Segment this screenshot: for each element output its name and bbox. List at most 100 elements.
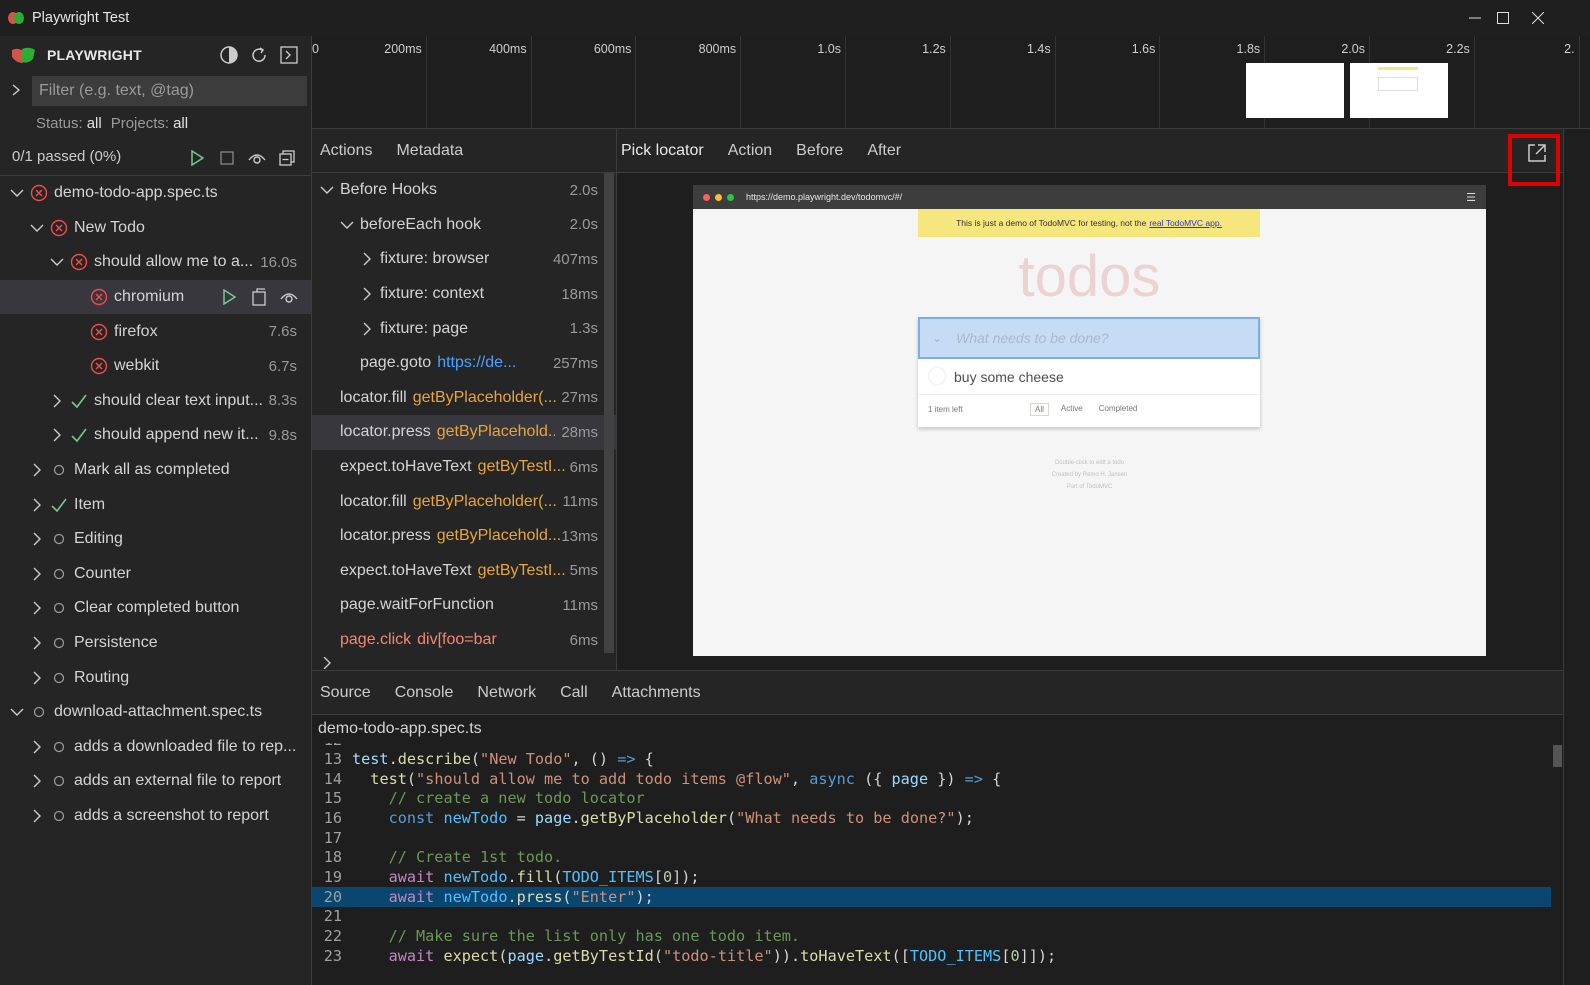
- action-row[interactable]: locator.fill getByPlaceholder(... 11ms: [312, 484, 616, 519]
- tab-attachments[interactable]: Attachments: [600, 671, 713, 715]
- theme-toggle-icon[interactable]: [219, 45, 239, 65]
- action-row[interactable]: page.click div[foo=bar 6ms: [312, 623, 616, 658]
- action-row[interactable]: fixture: browser 407ms: [312, 242, 616, 277]
- run-icon[interactable]: [219, 287, 239, 307]
- filter-input[interactable]: [32, 76, 307, 106]
- action-row[interactable]: locator.press getByPlacehold... 13ms: [312, 519, 616, 554]
- tab-metadata[interactable]: Metadata: [384, 129, 475, 173]
- chevron-right-icon[interactable]: [50, 394, 64, 408]
- action-row[interactable]: fixture: page 1.3s: [312, 311, 616, 346]
- action-row[interactable]: fixture: context 18ms: [312, 277, 616, 312]
- chevron-right-icon[interactable]: [30, 774, 44, 788]
- action-row[interactable]: expect.toHaveText getByTestI... 6ms: [312, 450, 616, 485]
- timeline-screenshot-thumb[interactable]: [1246, 63, 1344, 118]
- chevron-right-icon[interactable]: [320, 657, 334, 670]
- tree-item[interactable]: demo-todo-app.spec.ts: [0, 176, 311, 211]
- right-scroll-strip[interactable]: [1563, 129, 1590, 985]
- todo-checkbox[interactable]: [928, 367, 946, 385]
- tree-item[interactable]: Persistence: [0, 626, 311, 661]
- actions-scrollbar[interactable]: [604, 173, 614, 653]
- chevron-right-icon[interactable]: [50, 428, 64, 442]
- code-scrollbar[interactable]: [1551, 743, 1563, 985]
- chevron-down-icon[interactable]: [320, 183, 334, 197]
- tree-item[interactable]: Mark all as completed: [0, 453, 311, 488]
- tree-item[interactable]: download-attachment.spec.ts: [0, 695, 311, 730]
- chevron-down-icon[interactable]: [30, 221, 44, 235]
- status-filter-row[interactable]: Status: all Projects: all: [0, 108, 311, 138]
- timeline-screenshot-thumb[interactable]: [1350, 63, 1448, 118]
- tab-call[interactable]: Call: [548, 671, 600, 715]
- tree-item[interactable]: adds an external file to report: [0, 764, 311, 799]
- tree-item[interactable]: adds a downloaded file to rep...: [0, 730, 311, 765]
- watch-all-icon[interactable]: [247, 148, 267, 168]
- tab-actions[interactable]: Actions: [312, 129, 384, 173]
- tree-item[interactable]: firefox 7.6s: [0, 314, 311, 349]
- watch-icon[interactable]: [279, 287, 299, 307]
- toggle-all-icon[interactable]: ⌄: [932, 331, 942, 345]
- stop-icon[interactable]: [217, 148, 237, 168]
- run-all-icon[interactable]: [187, 148, 207, 168]
- chevron-right-icon[interactable]: [30, 567, 44, 581]
- chevron-right-icon[interactable]: [30, 809, 44, 823]
- new-todo-input[interactable]: ⌄ What needs to be done?: [918, 317, 1260, 359]
- chevron-right-icon[interactable]: [30, 601, 44, 615]
- chevron-right-icon[interactable]: [30, 498, 44, 512]
- snapshot-browser[interactable]: https://demo.playwright.dev/todomvc/#/ ☰…: [693, 185, 1486, 656]
- timeline[interactable]: 0 200ms 400ms 600ms 800ms 1.0s 1.2s 1.4s 1.6s 1.8…: [312, 36, 1590, 129]
- toggle-output-icon[interactable]: [279, 45, 299, 65]
- chevron-down-icon[interactable]: [50, 255, 64, 269]
- projects-value[interactable]: all: [173, 115, 188, 132]
- tree-item[interactable]: should allow me to a... 16.0s: [0, 245, 311, 280]
- chevron-right-icon[interactable]: [360, 252, 374, 266]
- reload-icon[interactable]: [249, 45, 269, 65]
- chevron-right-icon[interactable]: [30, 532, 44, 546]
- tree-item[interactable]: Clear completed button: [0, 591, 311, 626]
- tree-item[interactable]: Routing: [0, 660, 311, 695]
- open-in-source-icon[interactable]: [249, 287, 269, 307]
- action-row[interactable]: beforeEach hook 2.0s: [312, 208, 616, 243]
- tab-action[interactable]: Action: [716, 129, 784, 173]
- action-row[interactable]: page.waitForFunction 11ms: [312, 588, 616, 623]
- tree-item[interactable]: webkit 6.7s: [0, 349, 311, 384]
- chevron-down-icon[interactable]: [10, 186, 24, 200]
- close-button[interactable]: [1510, 0, 1566, 36]
- tab-network[interactable]: Network: [465, 671, 548, 715]
- chevron-right-icon[interactable]: [30, 671, 44, 685]
- tree-item[interactable]: should clear text input... 8.3s: [0, 384, 311, 419]
- tree-item[interactable]: New Todo: [0, 211, 311, 246]
- chevron-right-icon[interactable]: [0, 83, 32, 100]
- chevron-right-icon[interactable]: [30, 463, 44, 477]
- action-url[interactable]: https://de...: [437, 354, 516, 372]
- filter-all[interactable]: All: [1030, 402, 1049, 416]
- open-snapshot-in-new-window-button[interactable]: [1508, 134, 1560, 186]
- action-row-partial[interactable]: [312, 657, 616, 670]
- action-row[interactable]: locator.fill getByPlaceholder(... 27ms: [312, 381, 616, 416]
- action-row[interactable]: locator.press getByPlacehold... 28ms: [312, 415, 616, 450]
- chevron-down-icon[interactable]: [340, 218, 354, 232]
- banner-link[interactable]: real TodoMVC app.: [1149, 218, 1222, 228]
- tab-before[interactable]: Before: [784, 129, 855, 173]
- filter-active[interactable]: Active: [1057, 403, 1087, 416]
- collapse-all-icon[interactable]: [277, 148, 297, 168]
- action-row[interactable]: Before Hooks 2.0s: [312, 173, 616, 208]
- action-row[interactable]: page.goto https://de... 257ms: [312, 346, 616, 381]
- tab-console[interactable]: Console: [383, 671, 466, 715]
- tab-source[interactable]: Source: [312, 671, 383, 715]
- tree-item[interactable]: Counter: [0, 557, 311, 592]
- tree-item[interactable]: Item: [0, 487, 311, 522]
- chevron-down-icon[interactable]: [10, 705, 24, 719]
- chevron-right-icon[interactable]: [360, 287, 374, 301]
- tree-item[interactable]: adds a screenshot to report: [0, 799, 311, 834]
- todo-item[interactable]: buy some cheese: [918, 359, 1260, 395]
- chevron-right-icon[interactable]: [360, 322, 374, 336]
- filter-completed[interactable]: Completed: [1095, 403, 1142, 416]
- chevron-right-icon[interactable]: [30, 636, 44, 650]
- status-value[interactable]: all: [87, 115, 102, 132]
- chevron-right-icon[interactable]: [30, 740, 44, 754]
- action-row[interactable]: expect.toHaveText getByTestI... 5ms: [312, 554, 616, 589]
- tab-after[interactable]: After: [855, 129, 913, 173]
- tree-item[interactable]: should append new it... 9.8s: [0, 418, 311, 453]
- tree-item[interactable]: chromium: [0, 279, 311, 315]
- tab-pick-locator[interactable]: Pick locator: [617, 129, 716, 173]
- tree-item[interactable]: Editing: [0, 522, 311, 557]
